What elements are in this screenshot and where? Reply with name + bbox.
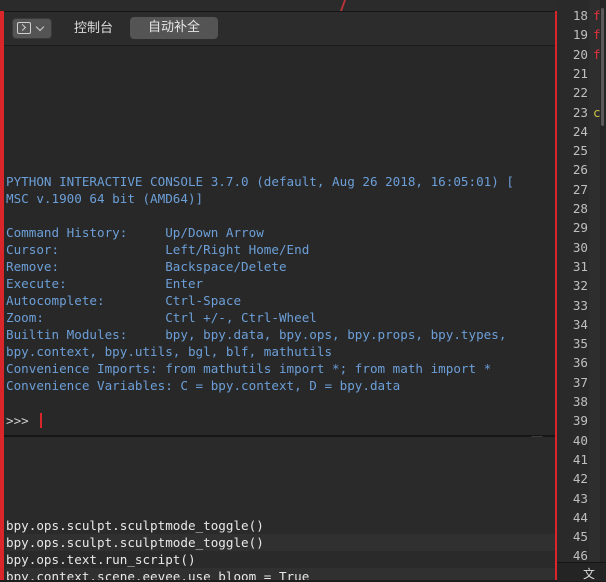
line-number: 38 — [572, 394, 588, 409]
line-number: 40 — [572, 432, 588, 448]
line-number: 45 — [572, 529, 588, 545]
line-number: 41 — [572, 451, 588, 467]
info-log-line[interactable]: bpy.context.scene.eevee.use_bloom = True — [6, 568, 555, 580]
line-number: 24 — [572, 123, 588, 139]
console-line: Remove: Backspace/Delete — [6, 259, 287, 274]
line-number: 19 — [572, 27, 588, 43]
info-log-line[interactable]: bpy.ops.sculpt.sculptmode_toggle() — [6, 517, 264, 534]
info-log-line[interactable]: bpy.ops.sculpt.sculptmode_toggle() — [6, 534, 555, 551]
line-number: 31 — [572, 258, 588, 274]
info-log-line[interactable]: bpy.ops.text.run_script() — [6, 551, 196, 568]
autocomplete-button[interactable]: 自动补全 — [130, 17, 219, 39]
line-number: 26 — [572, 162, 588, 178]
text-cursor — [40, 413, 43, 428]
line-number: 37 — [572, 374, 588, 390]
text-editor-strip[interactable]: 18 19 20 21 22 23 24 25 26 27 28 29 30 31 32 33 34 35 36 37… — [557, 0, 606, 581]
console-line: Convenience Imports: from mathutils impo… — [6, 361, 492, 376]
line-number: 42 — [572, 471, 588, 487]
line-number: 25 — [572, 143, 588, 159]
console-line: MSC v.1900 64 bit (AMD64)] — [6, 191, 204, 206]
console-menu[interactable]: 控制台 — [66, 18, 121, 39]
editor-type-selector[interactable] — [12, 18, 52, 39]
line-number: 34 — [572, 316, 588, 332]
line-number: 43 — [572, 490, 588, 506]
console-line: Command History: Up/Down Arrow — [6, 225, 264, 240]
console-line: Zoom: Ctrl +/-, Ctrl-Wheel — [6, 310, 317, 325]
line-number: 20 — [572, 46, 588, 62]
editor-scrollbar-thumb[interactable] — [601, 8, 604, 126]
console-header: 控制台 自动补全 — [4, 12, 555, 46]
editor-footer: 文 — [557, 562, 606, 581]
line-number: 32 — [572, 278, 588, 294]
info-log[interactable]: bpy.ops.sculpt.sculptmode_toggle() bpy.o… — [4, 437, 555, 580]
console-line: Convenience Variables: C = bpy.context, … — [6, 378, 401, 393]
console-prompt-line[interactable]: >>> — [6, 412, 43, 429]
editor-footer-label[interactable]: 文 — [583, 565, 595, 582]
line-number: 30 — [572, 239, 588, 255]
console-line: Cursor: Left/Right Home/End — [6, 242, 310, 257]
chevron-down-icon — [35, 22, 45, 32]
line-number: 39 — [572, 413, 588, 429]
console-line: Execute: Enter — [6, 276, 204, 291]
console-line: Autocomplete: Ctrl-Space — [6, 293, 242, 308]
line-number: 29 — [572, 220, 588, 236]
line-number: 33 — [572, 297, 588, 313]
line-number: 21 — [572, 65, 588, 81]
python-console-output[interactable]: PYTHON INTERACTIVE CONSOLE 3.7.0 (defaul… — [4, 46, 555, 435]
line-number: 28 — [572, 201, 588, 216]
console-line: PYTHON INTERACTIVE CONSOLE 3.7.0 (defaul… — [6, 174, 514, 189]
line-number: 27 — [572, 181, 588, 197]
line-number: 35 — [572, 336, 588, 352]
console-line: bpy.context, bpy.utils, bgl, blf, mathut… — [6, 344, 333, 359]
console-prompt: >>> — [6, 413, 37, 428]
line-number: 22 — [572, 85, 588, 101]
console-icon — [17, 22, 31, 34]
line-number: 23 — [572, 104, 588, 120]
line-number: 44 — [572, 509, 588, 525]
top-accent-mark — [339, 0, 347, 11]
console-line: Builtin Modules: bpy, bpy.data, bpy.ops,… — [6, 327, 507, 342]
line-number-gutter: 18 19 20 21 22 23 24 25 26 27 28 29 30 31 32 33 34 35 36 37… — [557, 0, 589, 563]
line-number: 18 — [572, 8, 588, 23]
line-number: 36 — [572, 355, 588, 371]
